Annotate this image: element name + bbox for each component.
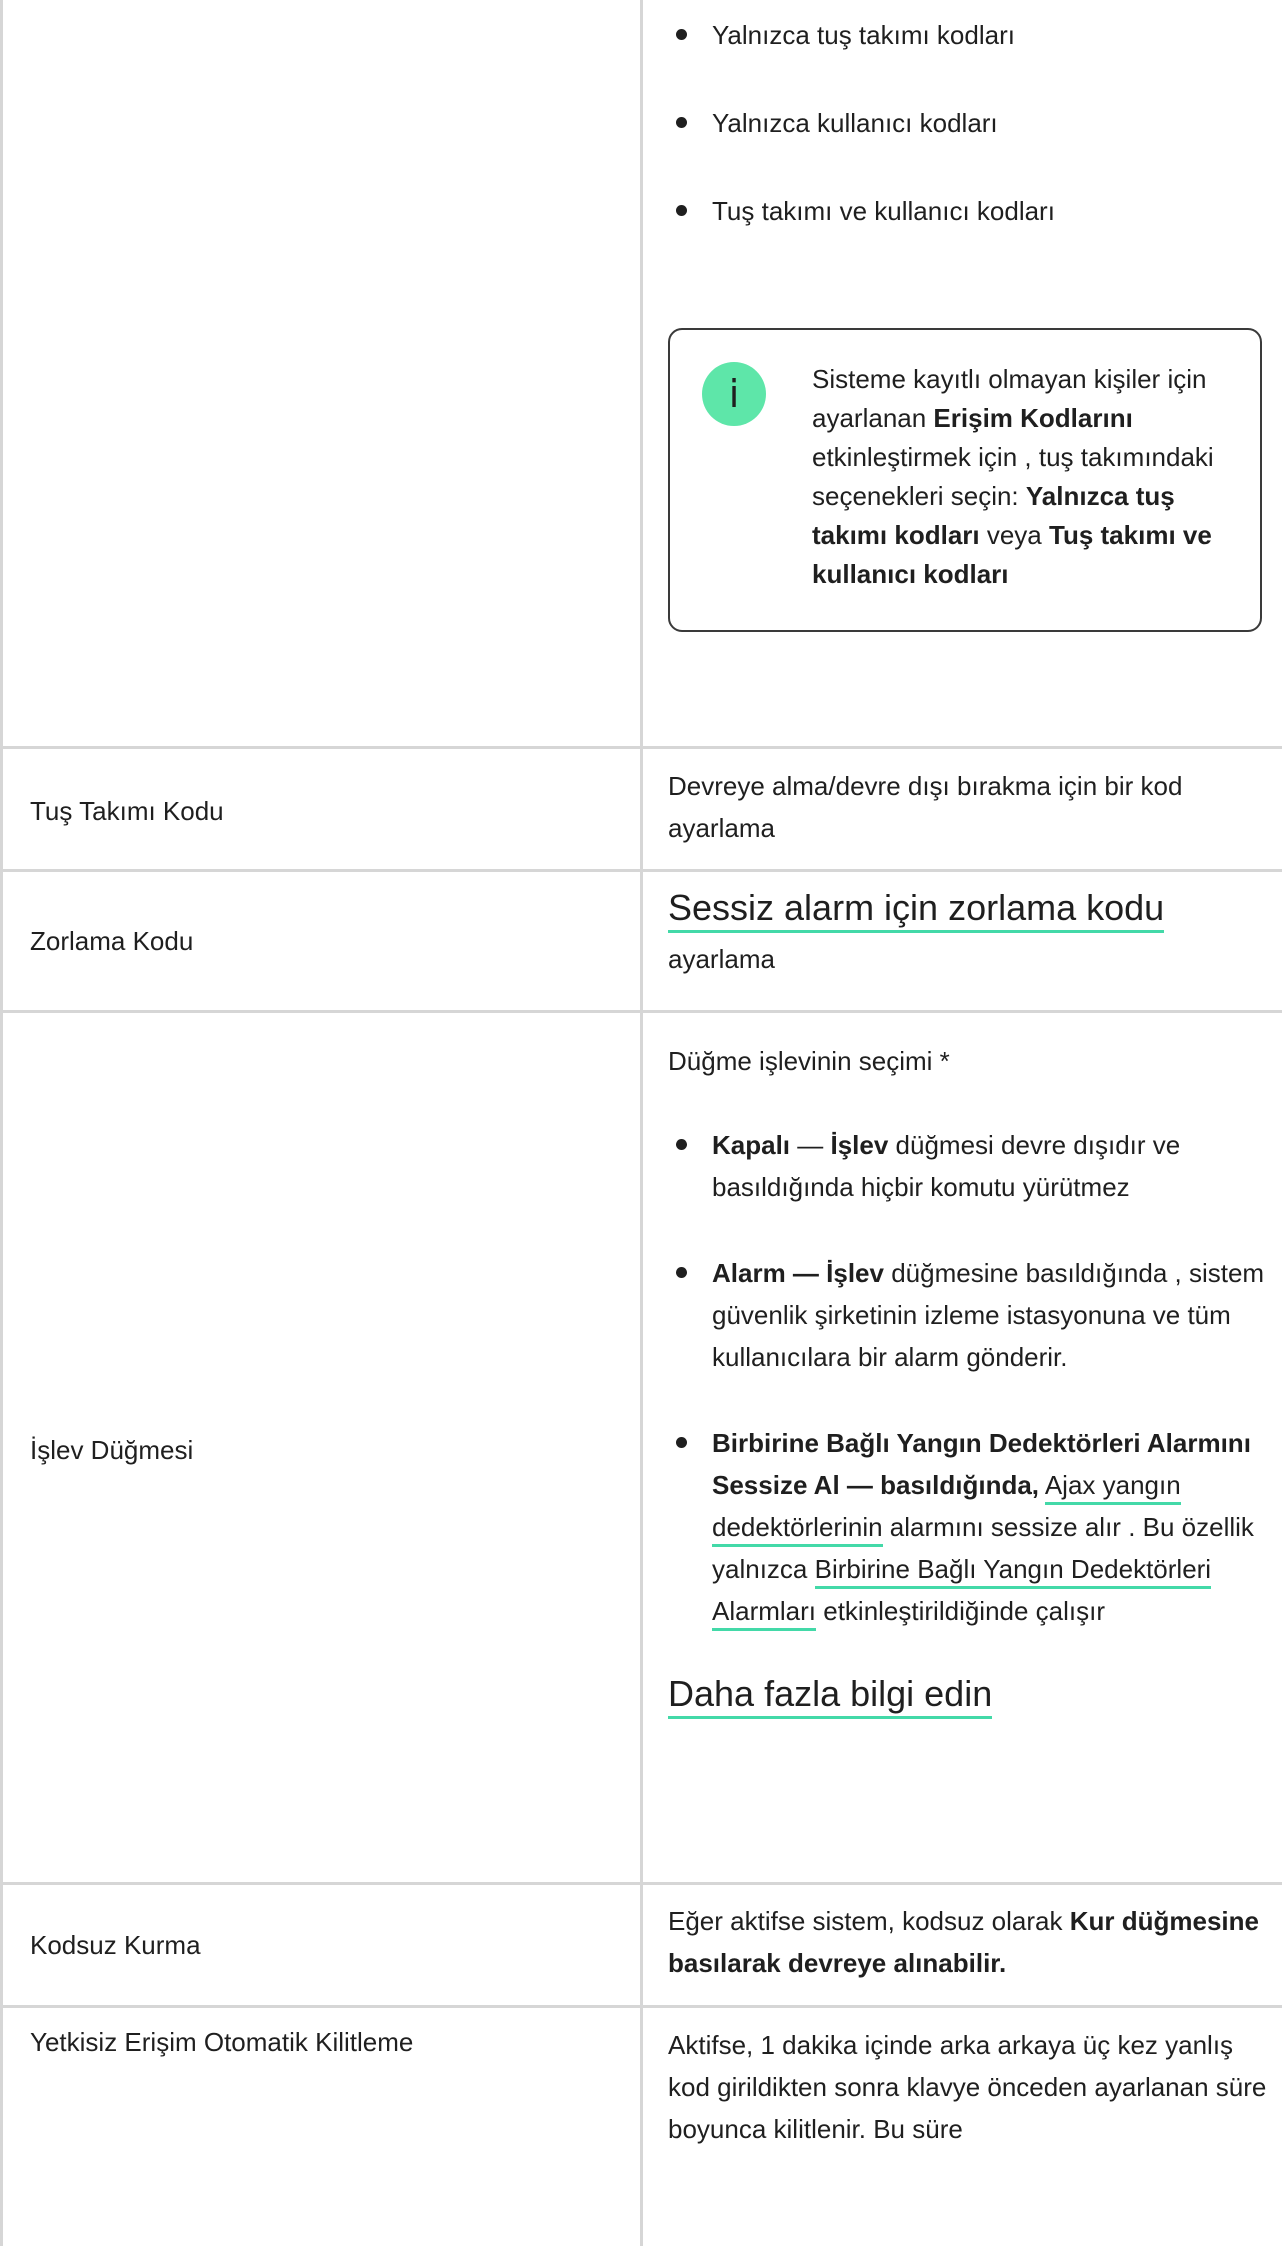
row-divider: [0, 869, 1282, 872]
duress-code-description: Sessiz alarm için zorlama kodu ayarlama: [668, 884, 1268, 980]
duress-code-suffix: ayarlama: [668, 944, 775, 974]
row-label-function-button: İşlev Düğmesi: [30, 1435, 194, 1465]
list-item: Yalnızca tuş takımı kodları: [668, 14, 1268, 56]
row-divider: [0, 746, 1282, 749]
info-note: i Sisteme kayıtlı olmayan kişiler için a…: [668, 328, 1262, 632]
row-divider: [0, 2005, 1282, 2008]
table-border-left: [0, 0, 3, 2246]
arm-without-code-description: Eğer aktifse sistem, kodsuz olarak Kur d…: [668, 1906, 1259, 1978]
row-divider: [0, 1010, 1282, 1013]
list-item: Tuş takımı ve kullanıcı kodları: [668, 190, 1268, 232]
row-label-auto-lock: Yetkisiz Erişim Otomatik Kilitleme: [30, 2027, 414, 2057]
table-column-divider: [640, 0, 643, 2246]
row-label-keypad-code: Tuş Takımı Kodu: [30, 796, 224, 826]
option-keypad-and-user-codes: Tuş takımı ve kullanıcı kodları: [712, 196, 1055, 226]
row-label-duress-code: Zorlama Kodu: [30, 926, 194, 956]
settings-table: Yalnızca tuş takımı kodları Yalnızca kul…: [0, 0, 1282, 2246]
learn-more-link[interactable]: Daha fazla bilgi edin: [668, 1673, 993, 1719]
keypad-code-description: Devreye alma/devre dışı bırakma için bir…: [668, 771, 1183, 843]
auto-lock-description: Aktifse, 1 dakika içinde arka arkaya üç …: [668, 2030, 1267, 2144]
info-icon: i: [702, 362, 766, 426]
function-options-list: Kapalı — İşlev düğmesi devre dışıdır ve …: [668, 1124, 1268, 1632]
row-divider: [0, 1882, 1282, 1885]
row-label-arm-without-code: Kodsuz Kurma: [30, 1930, 201, 1960]
duress-code-link[interactable]: Sessiz alarm için zorlama kodu: [668, 887, 1165, 933]
function-button-intro: Düğme işlevinin seçimi *: [668, 1046, 950, 1076]
access-code-options-list: Yalnızca tuş takımı kodları Yalnızca kul…: [668, 14, 1268, 232]
option-keypad-codes: Yalnızca tuş takımı kodları: [712, 20, 1015, 50]
list-item: Yalnızca kullanıcı kodları: [668, 102, 1268, 144]
function-button-description: Düğme işlevinin seçimi * Kapalı — İşlev …: [668, 1040, 1268, 1719]
list-item: Alarm — İşlev düğmesine basıldığında , s…: [668, 1252, 1268, 1378]
option-user-codes: Yalnızca kullanıcı kodları: [712, 108, 998, 138]
list-item: Kapalı — İşlev düğmesi devre dışıdır ve …: [668, 1124, 1268, 1208]
info-note-text: Sisteme kayıtlı olmayan kişiler için aya…: [812, 364, 1214, 589]
list-item: Birbirine Bağlı Yangın Dedektörleri Alar…: [668, 1422, 1268, 1632]
